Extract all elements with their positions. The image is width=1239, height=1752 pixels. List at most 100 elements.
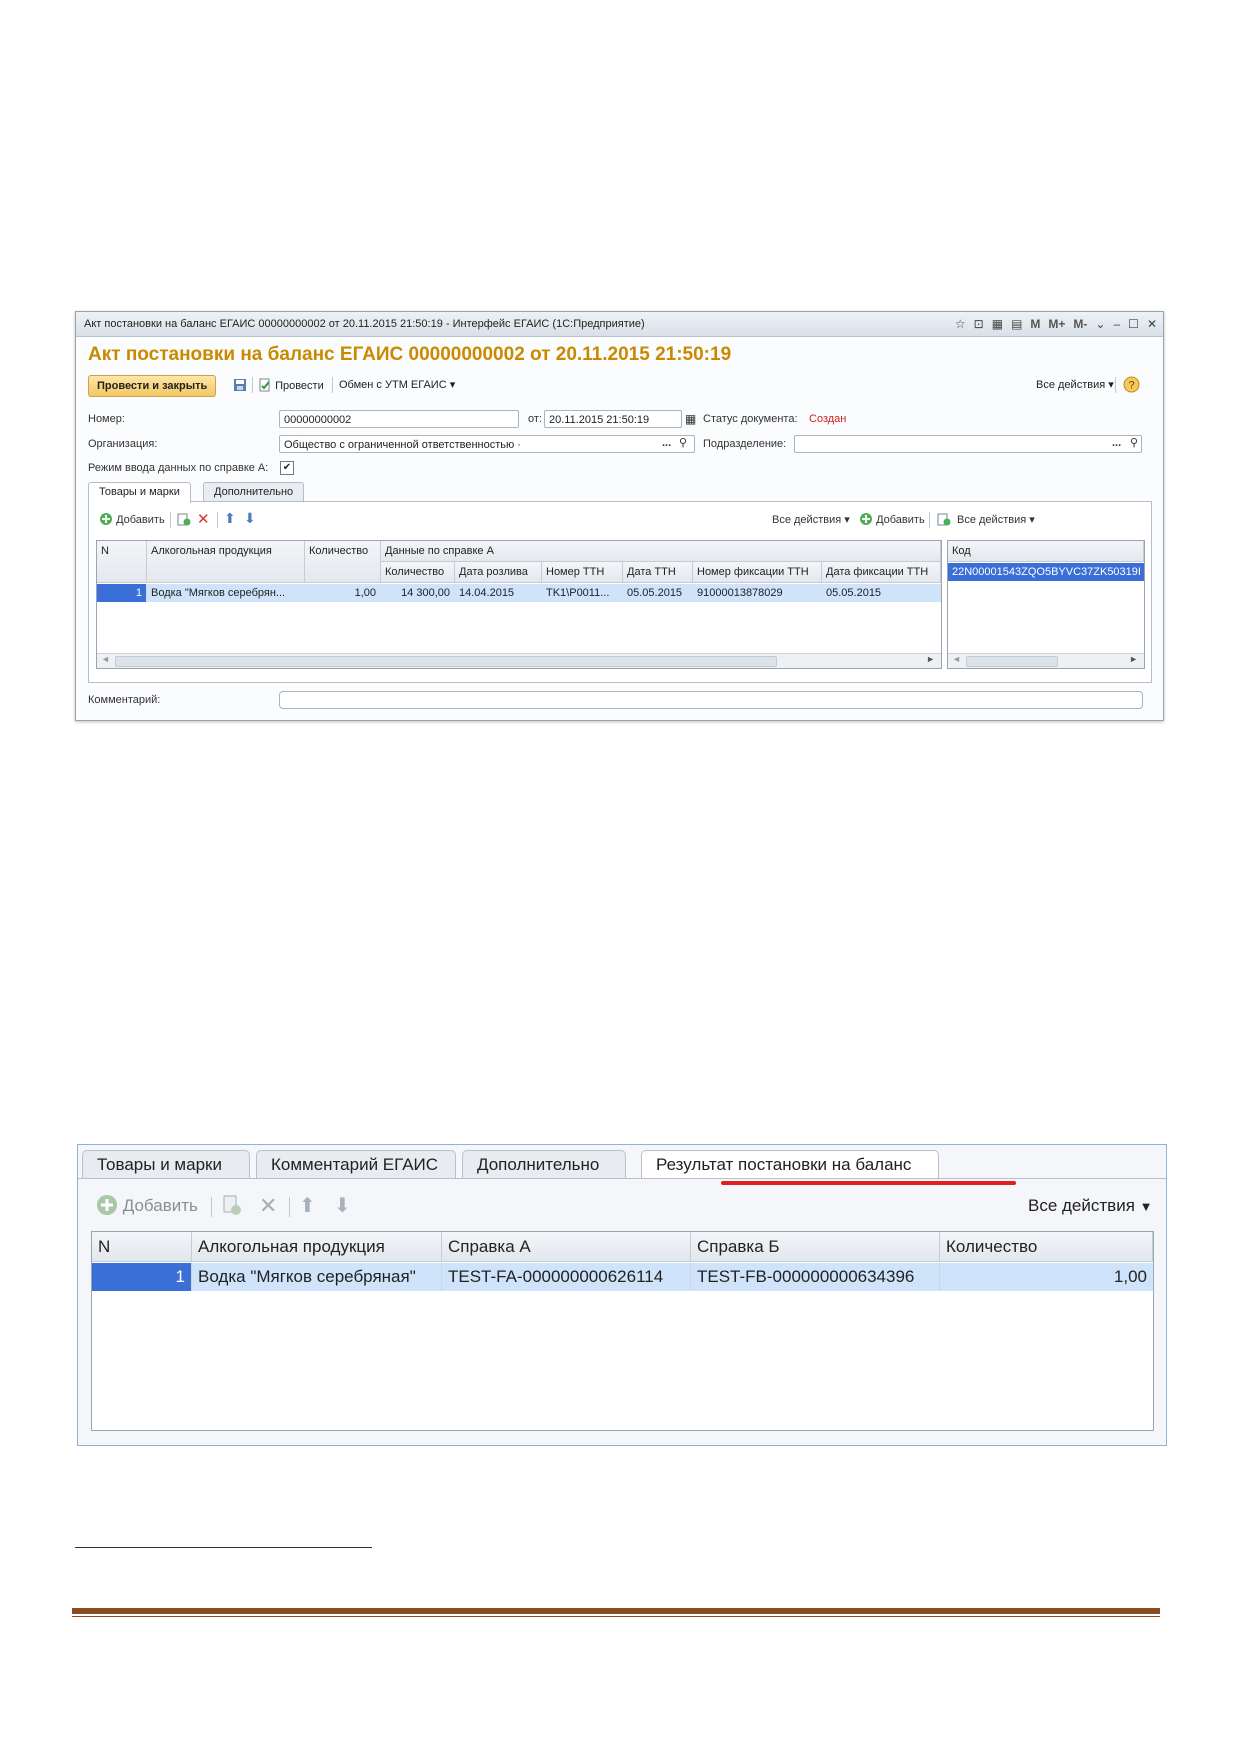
tab-additional[interactable]: Дополнительно <box>203 482 305 502</box>
document-window: Акт постановки на баланс ЕГАИС 000000000… <box>75 311 1164 721</box>
column-header-fixation-date[interactable]: Дата фиксации ТТН <box>822 562 941 583</box>
column-header-ttn-date[interactable]: Дата ТТН <box>623 562 693 583</box>
cell-certificate-b[interactable]: TEST-FB-000000000634396 <box>691 1263 940 1291</box>
exchange-utm-menu[interactable]: Обмен с УТМ ЕГАИС ▾ <box>339 378 455 391</box>
calculator-icon[interactable]: ▦ <box>990 315 1005 333</box>
chevron-down-icon: ▾ <box>1029 514 1035 526</box>
arrow-up-icon[interactable]: ⬆ <box>224 510 236 527</box>
date-field[interactable]: 20.11.2015 21:50:19 <box>544 410 682 428</box>
code-all-actions-menu[interactable]: Все действия ▾ <box>957 513 1035 526</box>
column-header-product[interactable]: Алкогольная продукция <box>147 541 305 583</box>
grid-all-actions-menu[interactable]: Все действия ▾ <box>772 513 850 526</box>
copy-icon[interactable] <box>222 1191 242 1221</box>
search-icon[interactable]: ⚲ <box>679 436 687 449</box>
tab-goods-and-marks[interactable]: Товары и марки <box>88 482 191 503</box>
dropdown-icon[interactable]: ⌄ <box>1093 315 1107 333</box>
column-header-n[interactable]: N <box>97 541 147 583</box>
memory-minus-button[interactable]: M- <box>1071 315 1089 333</box>
cell-fixation-number[interactable]: 91000013878029 <box>693 584 822 602</box>
add-icon <box>860 513 872 525</box>
codes-table[interactable]: Код 22N00001543ZQO5BYVC37ZK50319I ◄ ► <box>947 540 1145 669</box>
cell-ttn-date[interactable]: 05.05.2015 <box>623 584 693 602</box>
delete-icon[interactable]: ✕ <box>259 1191 277 1221</box>
cell-code[interactable]: 22N00001543ZQO5BYVC37ZK50319I <box>948 563 1144 581</box>
organization-label: Организация: <box>88 438 158 450</box>
column-header-n[interactable]: N <box>92 1232 192 1262</box>
copy-icon[interactable] <box>937 512 951 529</box>
column-header-quantity[interactable]: Количество <box>940 1232 1153 1262</box>
column-header-bottling-date[interactable]: Дата розлива <box>455 562 542 583</box>
cell-product[interactable]: Водка "Мягков серебряная" <box>192 1263 442 1291</box>
number-field[interactable]: 00000000002 <box>279 410 519 428</box>
cell-certificate-a[interactable]: TEST-FA-000000000626114 <box>442 1263 691 1291</box>
input-mode-checkbox[interactable]: ✔ <box>280 461 294 475</box>
comment-label: Комментарий: <box>88 694 161 706</box>
subdivision-field[interactable] <box>794 435 1142 453</box>
help-icon[interactable]: ? <box>1123 376 1140 396</box>
add-button[interactable]: Добавить <box>96 1191 198 1221</box>
add-icon <box>100 513 112 525</box>
cell-ttn-number[interactable]: TK1\P0011... <box>542 584 623 602</box>
all-actions-menu[interactable]: Все действия ▼ <box>1028 1191 1153 1221</box>
cell-fixation-date[interactable]: 05.05.2015 <box>822 584 941 602</box>
save-icon[interactable] <box>233 378 247 392</box>
window-titlebar: Акт постановки на баланс ЕГАИС 000000000… <box>76 312 1163 337</box>
cell-quantity[interactable]: 1,00 <box>940 1263 1153 1291</box>
tab-additional[interactable]: Дополнительно <box>462 1150 626 1178</box>
arrow-down-icon[interactable]: ⬇ <box>334 1191 351 1221</box>
goods-tab-panel: Добавить ✕ ⬆ ⬇ Все действия ▾ Добавить В… <box>88 501 1152 683</box>
post-button[interactable]: Провести <box>258 378 324 392</box>
close-icon[interactable]: ✕ <box>1145 315 1159 333</box>
minimize-icon[interactable]: – <box>1111 315 1122 333</box>
highlight-underline <box>721 1181 1016 1185</box>
select-button[interactable]: ... <box>1112 437 1121 449</box>
calendar-icon[interactable]: ▦ <box>685 412 696 426</box>
horizontal-scrollbar[interactable]: ◄ ► <box>948 653 1144 668</box>
calendar-icon[interactable]: ▤ <box>1009 315 1024 333</box>
horizontal-scrollbar[interactable]: ◄ ► <box>97 653 941 668</box>
cell-n[interactable]: 1 <box>92 1263 192 1291</box>
add-button[interactable]: Добавить <box>99 512 165 526</box>
memory-m-button[interactable]: M <box>1028 315 1042 333</box>
search-icon[interactable]: ⚲ <box>1130 436 1138 449</box>
cell-quantity[interactable]: 1,00 <box>305 584 381 602</box>
column-header-product[interactable]: Алкогольная продукция <box>192 1232 442 1262</box>
subdivision-label: Подразделение: <box>703 438 787 450</box>
status-label: Статус документа: <box>703 413 798 425</box>
goods-table[interactable]: N Алкогольная продукция Количество Данны… <box>96 540 942 669</box>
cell-bottling-date[interactable]: 14.04.2015 <box>455 584 542 602</box>
cell-product[interactable]: Водка "Мягков серебрян... <box>147 584 305 602</box>
all-actions-label: Все действия <box>1036 379 1106 391</box>
column-header-quantity[interactable]: Количество <box>305 541 381 583</box>
cell-n[interactable]: 1 <box>97 584 147 602</box>
memory-plus-button[interactable]: M+ <box>1046 315 1067 333</box>
column-header-certificate-b[interactable]: Справка Б <box>691 1232 940 1262</box>
balance-result-table[interactable]: N Алкогольная продукция Справка А Справк… <box>91 1231 1154 1431</box>
tab-balance-result[interactable]: Результат постановки на баланс <box>641 1150 939 1178</box>
column-header-code[interactable]: Код <box>948 541 1144 562</box>
tab-egais-comment[interactable]: Комментарий ЕГАИС <box>256 1150 456 1178</box>
copy-icon[interactable] <box>177 512 191 529</box>
maximize-icon[interactable]: ☐ <box>1126 315 1141 333</box>
select-button[interactable]: ... <box>662 437 671 449</box>
star-icon[interactable]: ☆ <box>953 315 968 333</box>
column-header-fixation-number[interactable]: Номер фиксации ТТН <box>693 562 822 583</box>
date-label: от: <box>528 413 542 425</box>
all-actions-menu[interactable]: Все действия ▾ <box>1036 378 1114 391</box>
arrow-down-icon[interactable]: ⬇ <box>244 510 256 527</box>
cell-a-quantity[interactable]: 14 300,00 <box>381 584 455 602</box>
column-header-ttn-number[interactable]: Номер ТТН <box>542 562 623 583</box>
comment-field[interactable] <box>279 691 1143 709</box>
post-and-close-button[interactable]: Провести и закрыть <box>88 375 217 397</box>
column-header-a-quantity[interactable]: Количество <box>381 562 455 583</box>
add-button-label: Добавить <box>116 514 165 526</box>
column-header-certificate-a[interactable]: Справка А <box>442 1232 691 1262</box>
code-add-button[interactable]: Добавить <box>859 512 925 526</box>
document-title: Акт постановки на баланс ЕГАИС 000000000… <box>88 344 732 365</box>
tab-goods-and-marks[interactable]: Товары и марки <box>82 1150 250 1178</box>
result-tabs-fragment: Товары и марки Комментарий ЕГАИС Дополни… <box>77 1144 1167 1446</box>
organization-field[interactable]: Общество с ограниченной ответственностью… <box>279 435 695 453</box>
bookmark-icon[interactable]: ⊡ <box>972 315 986 333</box>
delete-icon[interactable]: ✕ <box>197 510 210 528</box>
arrow-up-icon[interactable]: ⬆ <box>299 1191 316 1221</box>
